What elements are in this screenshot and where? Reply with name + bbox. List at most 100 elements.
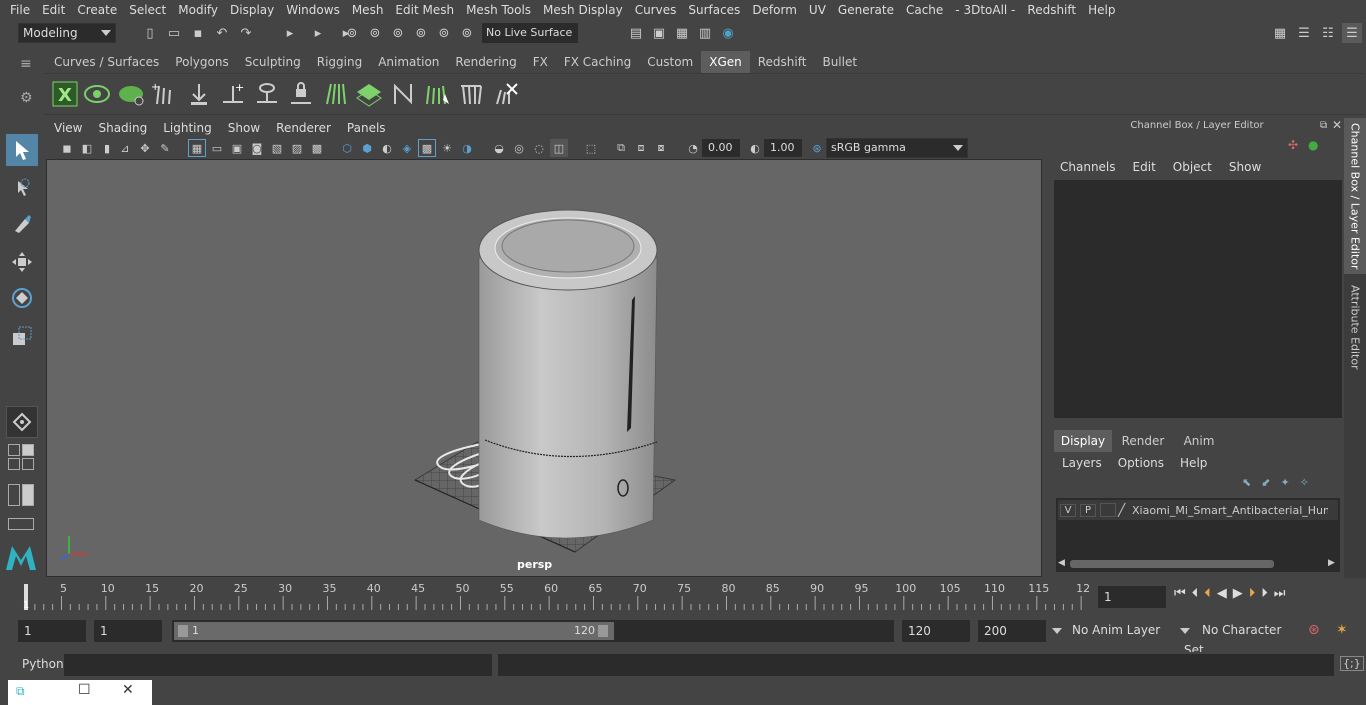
layer-color-icon[interactable]: ╱ bbox=[1118, 503, 1132, 517]
xgen-grid-icon[interactable] bbox=[354, 79, 384, 109]
channel-box-toggle-icon[interactable]: ☷ bbox=[1318, 23, 1338, 43]
safe-title-icon[interactable]: ▩ bbox=[308, 139, 326, 157]
paint-select-tool-icon[interactable] bbox=[6, 208, 38, 240]
menu-uv[interactable]: UV bbox=[803, 3, 832, 17]
scale-tool-icon[interactable] bbox=[6, 320, 38, 352]
range-end-grip[interactable] bbox=[598, 625, 608, 637]
move-layer-up-icon[interactable]: ⬉ bbox=[1242, 476, 1251, 489]
save-scene-icon[interactable]: ▪ bbox=[188, 23, 208, 43]
shelf-tab-rendering[interactable]: Rendering bbox=[447, 51, 525, 73]
step-back-icon[interactable]: ⏴ bbox=[1192, 586, 1199, 601]
menu-3dtoall[interactable]: - 3DtoAll - bbox=[949, 3, 1021, 17]
gamma-field[interactable]: 1.00 bbox=[764, 139, 802, 157]
current-frame-field[interactable]: 1 bbox=[1098, 586, 1166, 608]
anim-layer-dropdown[interactable]: No Anim Layer bbox=[1052, 620, 1172, 642]
menu-deform[interactable]: Deform bbox=[746, 3, 803, 17]
menu-generate[interactable]: Generate bbox=[832, 3, 900, 17]
undo-icon[interactable]: ↶ bbox=[212, 23, 232, 43]
screen-space-ao-icon[interactable]: ◒ bbox=[490, 139, 508, 157]
anim-prefs-icon[interactable]: ✶ bbox=[1336, 622, 1348, 638]
xgen-editor-icon[interactable]: X bbox=[50, 79, 80, 109]
xray-joints-icon[interactable]: ⧈ bbox=[632, 139, 650, 157]
menu-cache[interactable]: Cache bbox=[900, 3, 949, 17]
new-layer-selected-icon[interactable]: ✧ bbox=[1300, 476, 1309, 489]
menu-display[interactable]: Display bbox=[224, 3, 280, 17]
layer-name[interactable]: Xiaomi_Mi_Smart_Antibacterial_Humidifier bbox=[1132, 504, 1328, 517]
step-forward-icon[interactable]: ⏵ bbox=[1261, 586, 1268, 601]
render-settings-icon[interactable]: ▥ bbox=[695, 23, 715, 43]
menu-windows[interactable]: Windows bbox=[280, 3, 346, 17]
start-time-field[interactable]: 1 bbox=[18, 620, 86, 642]
move-tool-icon[interactable] bbox=[6, 246, 38, 278]
menu-surfaces[interactable]: Surfaces bbox=[682, 3, 746, 17]
scroll-right-icon[interactable]: ▶ bbox=[1328, 558, 1335, 568]
lasso-tool-icon[interactable] bbox=[6, 172, 38, 204]
end-time-field[interactable]: 200 bbox=[978, 620, 1046, 642]
perspective-viewport[interactable]: persp bbox=[46, 159, 1042, 577]
step-back-key-icon[interactable]: ⏴ bbox=[1204, 586, 1211, 601]
camera-attr-icon[interactable]: ◧ bbox=[78, 139, 96, 157]
xgen-guides-to-curves-icon[interactable] bbox=[320, 79, 350, 109]
layer-tab-render[interactable]: Render bbox=[1114, 430, 1172, 452]
layer-visibility-toggle[interactable]: V bbox=[1060, 503, 1076, 517]
magnet-live-icon[interactable]: ⊚ bbox=[457, 23, 477, 43]
select-tool-icon[interactable] bbox=[6, 134, 38, 166]
tab-channel-box[interactable]: Channel Box / Layer Editor bbox=[1344, 118, 1366, 274]
bookmark-icon[interactable]: ▮ bbox=[98, 139, 116, 157]
panel-menu-shading[interactable]: Shading bbox=[90, 121, 155, 135]
layer-tab-anim[interactable]: Anim bbox=[1174, 430, 1224, 452]
xray-icon[interactable]: ⧉ bbox=[612, 139, 630, 157]
shelf-tab-xgen[interactable]: XGen bbox=[701, 51, 750, 73]
arrow-right-icon[interactable]: ▸ bbox=[280, 23, 300, 43]
xgen-guide-tool-icon[interactable] bbox=[184, 79, 214, 109]
isolate-select-icon[interactable]: ⬚ bbox=[582, 139, 600, 157]
panel-menu-renderer[interactable]: Renderer bbox=[268, 121, 339, 135]
character-set-dropdown[interactable]: No Character Set bbox=[1180, 620, 1300, 657]
menu-create[interactable]: Create bbox=[71, 3, 123, 17]
safe-action-icon[interactable]: ▨ bbox=[288, 139, 306, 157]
open-scene-icon[interactable]: ▭ bbox=[164, 23, 184, 43]
xgen-place-guide-icon[interactable]: + bbox=[218, 79, 248, 109]
image-plane-icon[interactable]: ⊿ bbox=[116, 139, 134, 157]
float-icon[interactable]: ⧉ bbox=[1320, 120, 1327, 131]
channel-box-area[interactable] bbox=[1054, 180, 1342, 418]
time-ruler[interactable]: 5 10 15 20 25 30 35 40 45 50 55 60 65 70 75 80 85 90 95 100… bbox=[0, 580, 1092, 614]
gate-mask-icon[interactable]: ◙ bbox=[248, 139, 266, 157]
playback-start-field[interactable]: 1 bbox=[94, 620, 162, 642]
menu-help[interactable]: Help bbox=[1082, 3, 1121, 17]
arrow-right-icon[interactable]: ▸ bbox=[308, 23, 328, 43]
color-management-icon[interactable]: ⊛ bbox=[808, 139, 826, 157]
outliner-persp-icon[interactable] bbox=[8, 484, 20, 506]
last-tool-icon[interactable] bbox=[6, 406, 38, 438]
menu-file[interactable]: File bbox=[0, 3, 36, 17]
play-backwards-icon[interactable]: ◀ bbox=[1217, 586, 1227, 601]
playback-end-field[interactable]: 120 bbox=[902, 620, 970, 642]
shadows-icon[interactable]: ◑ bbox=[458, 139, 476, 157]
timeline-layout-icon[interactable] bbox=[8, 518, 34, 530]
xray-components-icon[interactable]: ⧇ bbox=[652, 139, 670, 157]
channel-menu-object[interactable]: Object bbox=[1156, 160, 1212, 174]
film-gate-icon[interactable]: ▭ bbox=[208, 139, 226, 157]
magnet-grid-icon[interactable]: ⊚ bbox=[342, 23, 362, 43]
scroll-thumb[interactable] bbox=[1070, 560, 1274, 568]
shelf-menu-icon[interactable]: ≡ bbox=[20, 56, 32, 72]
shelf-settings-icon[interactable]: ⚙ bbox=[20, 90, 33, 106]
menu-curves[interactable]: Curves bbox=[629, 3, 683, 17]
textured-icon[interactable]: ▩ bbox=[418, 139, 436, 157]
maximize-icon[interactable]: ☐ bbox=[78, 682, 91, 698]
panel-menu-lighting[interactable]: Lighting bbox=[155, 121, 220, 135]
layer-tab-display[interactable]: Display bbox=[1054, 430, 1112, 452]
render-view-icon[interactable]: ▤ bbox=[626, 23, 646, 43]
layout-icon[interactable]: ▦ bbox=[1270, 23, 1290, 43]
xgen-clear-preview-icon[interactable] bbox=[116, 79, 146, 109]
xgen-add-guide-icon[interactable]: + bbox=[150, 79, 180, 109]
command-input[interactable] bbox=[64, 654, 492, 676]
tab-attribute-editor[interactable]: Attribute Editor bbox=[1344, 282, 1366, 372]
layer-menu-layers[interactable]: Layers bbox=[1052, 452, 1102, 474]
panel-menu-view[interactable]: View bbox=[46, 121, 90, 135]
hypershade-icon[interactable]: ◉ bbox=[718, 23, 738, 43]
range-handle[interactable]: 1 120 bbox=[174, 622, 614, 640]
outliner-icon[interactable]: ☰ bbox=[1294, 23, 1314, 43]
shelf-tab-custom[interactable]: Custom bbox=[639, 51, 702, 73]
field-chart-icon[interactable]: ▧ bbox=[268, 139, 286, 157]
